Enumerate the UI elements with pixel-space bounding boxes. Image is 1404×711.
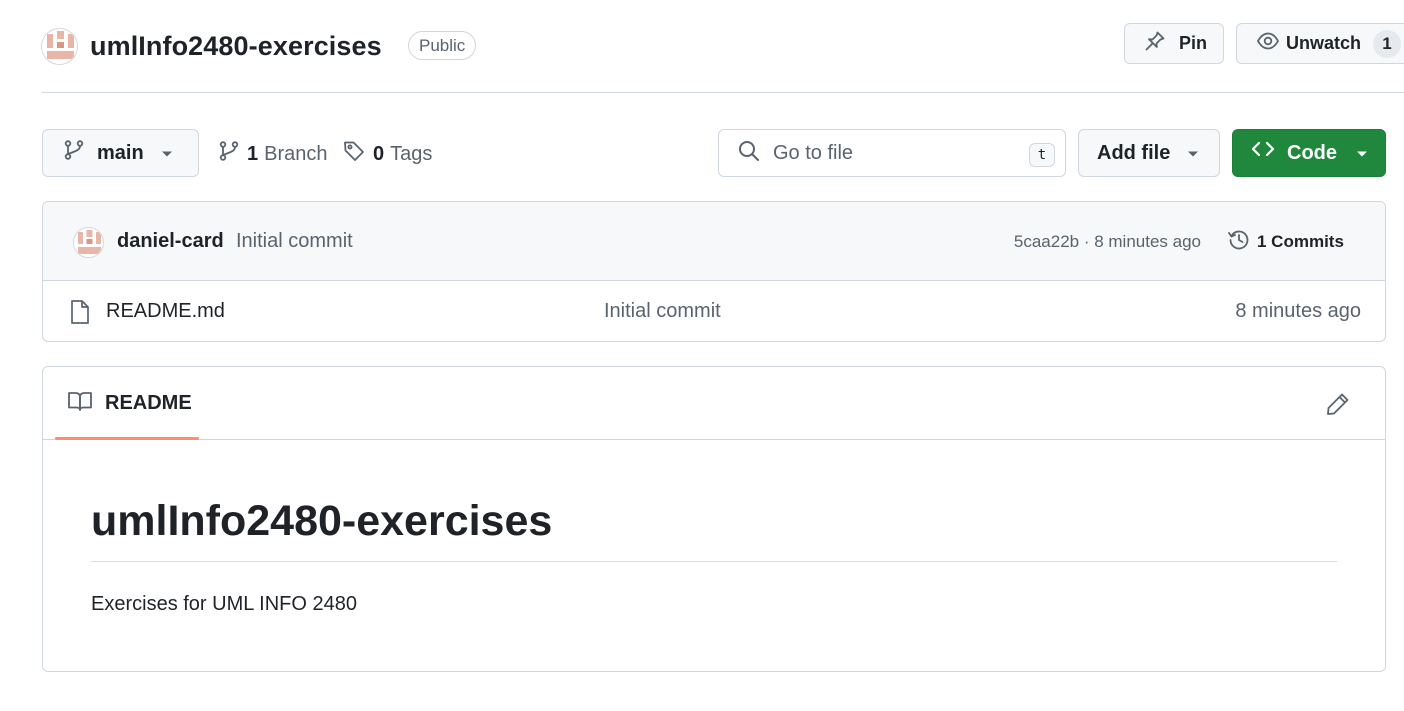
branch-selector[interactable]: main [42, 129, 199, 177]
pin-label: Pin [1179, 33, 1208, 53]
active-tab-indicator [55, 437, 199, 440]
add-file-button[interactable]: Add file [1078, 129, 1220, 177]
file-browser: daniel-card Initial commit 5caa22b · 8 m… [42, 201, 1386, 342]
header-divider [42, 92, 1404, 93]
file-icon [69, 299, 91, 330]
readme-description: Exercises for UML INFO 2480 [91, 593, 358, 615]
commit-message[interactable]: Initial commit [236, 230, 353, 253]
code-label: Code [1287, 141, 1337, 164]
code-button[interactable]: Code [1232, 129, 1386, 177]
file-name[interactable]: README.md [106, 300, 225, 323]
readme-tabbar: README [43, 367, 1385, 440]
branch-icon [218, 140, 240, 168]
chevron-down-icon [1186, 142, 1200, 165]
branch-count: 1 [247, 142, 259, 165]
tag-count: 0 [373, 142, 385, 165]
branch-label: Branch [264, 142, 328, 165]
search-icon [737, 139, 761, 168]
latest-commit-bar: daniel-card Initial commit 5caa22b · 8 m… [43, 202, 1385, 281]
add-file-label: Add file [1097, 141, 1171, 164]
owner-avatar[interactable] [41, 28, 78, 65]
readme-tab-label: README [105, 392, 192, 414]
readme-panel: README umlInfo2480-exercises Exercises f… [42, 366, 1386, 672]
commits-count: 1 Commits [1257, 232, 1344, 251]
commit-author[interactable]: daniel-card [117, 230, 224, 253]
book-icon [67, 390, 93, 418]
tag-label: Tags [390, 142, 433, 165]
branch-icon [63, 139, 85, 167]
history-icon [1227, 228, 1251, 257]
code-icon [1251, 138, 1275, 168]
edit-readme-button[interactable] [1325, 391, 1351, 417]
author-avatar[interactable] [73, 227, 104, 258]
branch-name: main [97, 141, 144, 164]
visibility-badge: Public [408, 31, 477, 60]
unwatch-label: Unwatch [1286, 33, 1362, 53]
commit-hash-time[interactable]: 5caa22b · 8 minutes ago [1014, 232, 1201, 252]
tag-icon [342, 139, 366, 169]
table-row[interactable]: README.md Initial commit 8 minutes ago [43, 282, 1385, 341]
pin-button[interactable]: Pin [1124, 23, 1224, 64]
chevron-down-icon [1355, 142, 1369, 165]
commits-history-link[interactable]: 1 Commits [1227, 228, 1344, 256]
search-input[interactable] [773, 141, 1013, 165]
repo-header: umlInfo2480-exercises Public Pin Unwatch… [0, 0, 1404, 93]
go-to-file-search[interactable]: t [718, 129, 1066, 177]
chevron-down-icon [160, 142, 174, 165]
readme-title: umlInfo2480-exercises [91, 495, 1337, 562]
pencil-icon [1325, 393, 1351, 421]
branches-link[interactable]: 1 Branch [218, 139, 328, 169]
file-commit-message[interactable]: Initial commit [604, 300, 721, 323]
tab-readme[interactable]: README [55, 367, 199, 440]
watch-count: 1 [1373, 29, 1402, 58]
keyboard-shortcut-hint: t [1029, 143, 1055, 167]
unwatch-button[interactable]: Unwatch 1 [1236, 23, 1404, 64]
eye-icon [1256, 29, 1280, 58]
tags-link[interactable]: 0 Tags [342, 139, 432, 169]
file-age: 8 minutes ago [1235, 300, 1361, 322]
pin-icon [1143, 29, 1167, 58]
repo-name[interactable]: umlInfo2480-exercises [90, 28, 382, 64]
